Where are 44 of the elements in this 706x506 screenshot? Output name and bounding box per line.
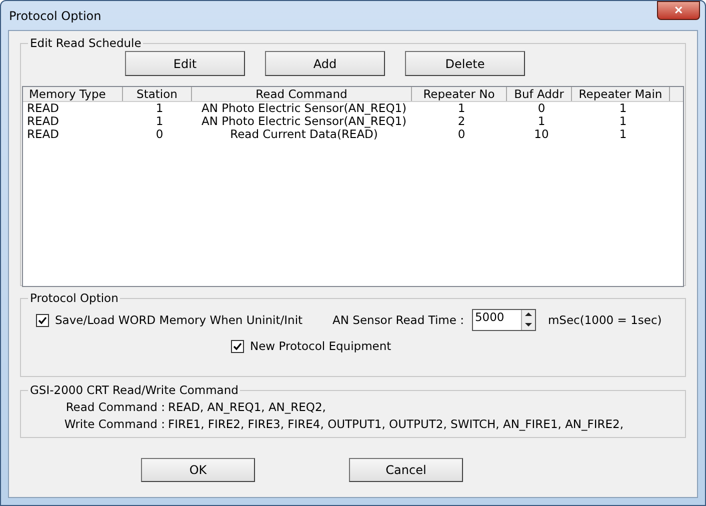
command-label: Write Command : — [63, 417, 165, 431]
table-cell-text: 0 — [536, 102, 546, 115]
table-cell-text: 1 — [618, 115, 628, 128]
table-cell-text: AN Photo Electric Sensor(AN_REQ1) — [200, 115, 408, 128]
column-header[interactable]: Read Command — [192, 87, 412, 101]
table-cell-text: READ — [26, 115, 60, 128]
table-cell-text: READ — [26, 128, 60, 141]
command-label: Read Command : — [64, 400, 165, 414]
dialog-button[interactable]: Cancel — [349, 458, 463, 482]
command-list: READ, AN_REQ1, AN_REQ2, — [168, 400, 326, 414]
spin-field[interactable]: 5000 — [472, 309, 536, 331]
table-cell-text: 10 — [533, 128, 550, 141]
table-cell-text: 0 — [154, 128, 164, 141]
table-cell-text: READ — [26, 102, 60, 115]
group-title: GSI-2000 CRT Read/Write Command — [29, 383, 240, 397]
unit-label: mSec(1000 = 1sec) — [548, 313, 662, 327]
checkbox-label: Save/Load WORD Memory When Uninit/Init — [55, 313, 303, 327]
checkbox[interactable] — [36, 314, 49, 326]
dialog-button[interactable]: OK — [141, 458, 255, 482]
checkbox[interactable] — [231, 340, 244, 352]
command-list: FIRE1, FIRE2, FIRE3, FIRE4, OUTPUT1, OUTPUT2, SWITCH, AN_FIRE1, AN_FIRE2, — [168, 417, 624, 431]
field-label: AN Sensor Read Time : — [332, 313, 464, 327]
toolbar-button[interactable]: Edit — [125, 51, 245, 76]
table-cell-text: 1 — [618, 102, 628, 115]
group-title: Edit Read Schedule — [29, 36, 142, 50]
table-cell-text: 1 — [456, 102, 466, 115]
table-cell-text: 1 — [536, 115, 546, 128]
checkbox-label: New Protocol Equipment — [250, 339, 392, 353]
group-title: Protocol Option — [29, 291, 120, 305]
table-cell-text: 1 — [618, 128, 628, 141]
column-header[interactable]: Station — [123, 87, 192, 101]
toolbar-button[interactable]: Add — [265, 51, 385, 76]
table-cell-text: 1 — [154, 115, 164, 128]
table-cell-text: Read Current Data(READ) — [229, 128, 378, 141]
table-cell-text: 1 — [154, 102, 164, 115]
table-cell-text: AN Photo Electric Sensor(AN_REQ1) — [200, 102, 408, 115]
table-cell-text: 2 — [456, 115, 466, 128]
column-header[interactable]: Repeater No — [412, 87, 507, 101]
toolbar-button[interactable]: Delete — [405, 51, 525, 76]
table-cell-text: 0 — [456, 128, 466, 141]
window-title: Protocol Option — [9, 8, 102, 22]
column-header[interactable]: Buf Addr — [507, 87, 572, 101]
column-header[interactable]: Memory Type — [23, 87, 123, 101]
column-header[interactable]: Repeater Main — [572, 87, 670, 101]
